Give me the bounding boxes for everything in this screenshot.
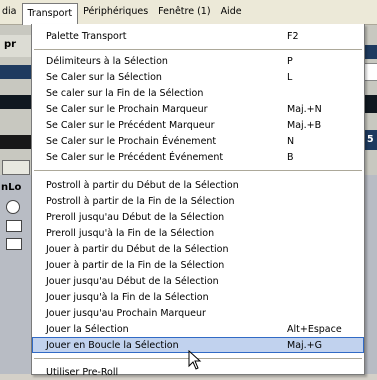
- menu-item-jouer-jusqu-fin[interactable]: Jouer jusqu'à la Fin de la Sélection: [32, 289, 364, 305]
- menu-item-caler-prochain-evenement[interactable]: Se Caler sur le Prochain Événement N: [32, 133, 364, 149]
- menu-item-caler-precedent-marqueur[interactable]: Se Caler sur le Précédent Marqueur Maj.+…: [32, 117, 364, 133]
- menu-transport[interactable]: Transport: [21, 2, 79, 25]
- write-icon[interactable]: [6, 238, 22, 250]
- right-panel-label: 5: [367, 134, 374, 145]
- menu-item-shortcut: Alt+Espace: [287, 323, 342, 335]
- mouse-pointer-icon: [188, 350, 202, 370]
- menu-item-jouer-depuis-fin[interactable]: Jouer à partir de la Fin de la Sélection: [32, 257, 364, 273]
- menu-separator: [34, 49, 362, 50]
- menu-item-shortcut: L: [287, 71, 293, 83]
- menu-item-label: Se Caler sur le Prochain Marqueur: [46, 103, 208, 115]
- menu-item-label: Jouer en Boucle la Sélection: [46, 339, 179, 351]
- menu-item-label: Utiliser Pre-Roll: [46, 366, 119, 378]
- menu-item-label: Jouer la Sélection: [46, 323, 129, 335]
- menu-item-shortcut: Maj.+G: [287, 339, 322, 351]
- left-panel-label-mid: nLo: [1, 182, 22, 193]
- right-panel-white-box: [364, 63, 377, 81]
- menu-item-shortcut: N: [287, 135, 295, 147]
- menu-item-label: Jouer jusqu'à la Fin de la Sélection: [46, 291, 209, 303]
- menu-item-palette-transport[interactable]: Palette Transport F2: [32, 28, 364, 44]
- right-panel-dark-strip-2: [364, 95, 377, 113]
- menu-item-label: Preroll jusqu'au Début de la Sélection: [46, 211, 225, 223]
- menu-item-shortcut: Maj.+N: [287, 103, 322, 115]
- insert-icon[interactable]: [6, 220, 22, 232]
- menu-item-label: Jouer jusqu'au Début de la Sélection: [46, 275, 219, 287]
- menu-item-label: Postroll à partir de la Fin de la Sélect…: [46, 195, 235, 207]
- left-panel-track-button[interactable]: [2, 160, 30, 175]
- menu-bar: dia Transport Périphériques Fenêtre (1) …: [0, 0, 377, 25]
- menu-item-delimiteurs-selection[interactable]: Délimiteurs à la Sélection P: [32, 53, 364, 69]
- menu-item-label: Se Caler sur le Prochain Événement: [46, 135, 217, 147]
- right-panel-header: 5: [364, 130, 377, 150]
- menu-media[interactable]: dia: [0, 2, 22, 22]
- menu-item-label: Palette Transport: [46, 30, 127, 42]
- transport-dropdown-menu: Palette Transport F2 Délimiteurs à la Sé…: [31, 24, 365, 378]
- menu-item-label: Jouer à partir du Début de la Sélection: [46, 243, 229, 255]
- menu-item-label: Preroll jusqu'à la Fin de la Sélection: [46, 227, 215, 239]
- menu-item-jouer-jusqu-marqueur[interactable]: Jouer jusqu'au Prochain Marqueur: [32, 305, 364, 321]
- menu-item-shortcut: Maj.+B: [287, 119, 322, 131]
- left-panel-header: pr: [0, 35, 32, 57]
- menu-item-preroll-debut[interactable]: Preroll jusqu'au Début de la Sélection: [32, 209, 364, 225]
- menu-fenetre[interactable]: Fenêtre (1): [153, 2, 215, 22]
- menu-item-label: Postroll à partir du Début de la Sélecti…: [46, 179, 239, 191]
- menu-item-label: Délimiteurs à la Sélection: [46, 55, 168, 67]
- menu-item-jouer-selection[interactable]: Jouer la Sélection Alt+Espace: [32, 321, 364, 337]
- menu-item-jouer-jusqu-debut[interactable]: Jouer jusqu'au Début de la Sélection: [32, 273, 364, 289]
- menu-item-label: Jouer jusqu'au Prochain Marqueur: [46, 307, 206, 319]
- background-app-left: pr nLo: [0, 25, 32, 374]
- menu-item-jouer-depuis-debut[interactable]: Jouer à partir du Début de la Sélection: [32, 241, 364, 257]
- right-panel-track-area: [364, 175, 377, 374]
- menu-item-caler-prochain-marqueur[interactable]: Se Caler sur le Prochain Marqueur Maj.+N: [32, 101, 364, 117]
- menu-aide[interactable]: Aide: [216, 2, 247, 22]
- menu-item-caler-selection[interactable]: Se Caler sur la Sélection L: [32, 69, 364, 85]
- menu-item-preroll-fin[interactable]: Preroll jusqu'à la Fin de la Sélection: [32, 225, 364, 241]
- menu-item-label: Jouer à partir de la Fin de la Sélection: [46, 259, 225, 271]
- left-panel-dark-strip: [0, 65, 32, 79]
- menu-item-caler-fin-selection[interactable]: Se caler sur la Fin de la Sélection: [32, 85, 364, 101]
- menu-peripheriques[interactable]: Périphériques: [78, 2, 153, 22]
- menu-item-label: Se caler sur la Fin de la Sélection: [46, 87, 204, 99]
- monitor-icon[interactable]: [6, 200, 20, 214]
- menu-separator: [34, 170, 362, 171]
- menu-item-shortcut: P: [287, 55, 293, 67]
- menu-item-shortcut: B: [287, 151, 294, 163]
- menu-item-label: Se Caler sur le Précédent Événement: [46, 151, 224, 163]
- menu-item-postroll-debut[interactable]: Postroll à partir du Début de la Sélecti…: [32, 177, 364, 193]
- menu-item-caler-precedent-evenement[interactable]: Se Caler sur le Précédent Événement B: [32, 149, 364, 165]
- left-panel-dark-strip-2: [0, 95, 32, 109]
- left-panel-dark-strip-3: [0, 135, 32, 149]
- menu-item-shortcut: F2: [287, 30, 299, 42]
- menu-item-label: Se Caler sur le Précédent Marqueur: [46, 119, 215, 131]
- left-panel-label-top: pr: [4, 39, 17, 50]
- menu-item-label: Se Caler sur la Sélection: [46, 71, 162, 83]
- menu-item-postroll-fin[interactable]: Postroll à partir de la Fin de la Sélect…: [32, 193, 364, 209]
- right-panel-dark-strip: [364, 45, 377, 59]
- background-app-right: 5: [364, 25, 377, 374]
